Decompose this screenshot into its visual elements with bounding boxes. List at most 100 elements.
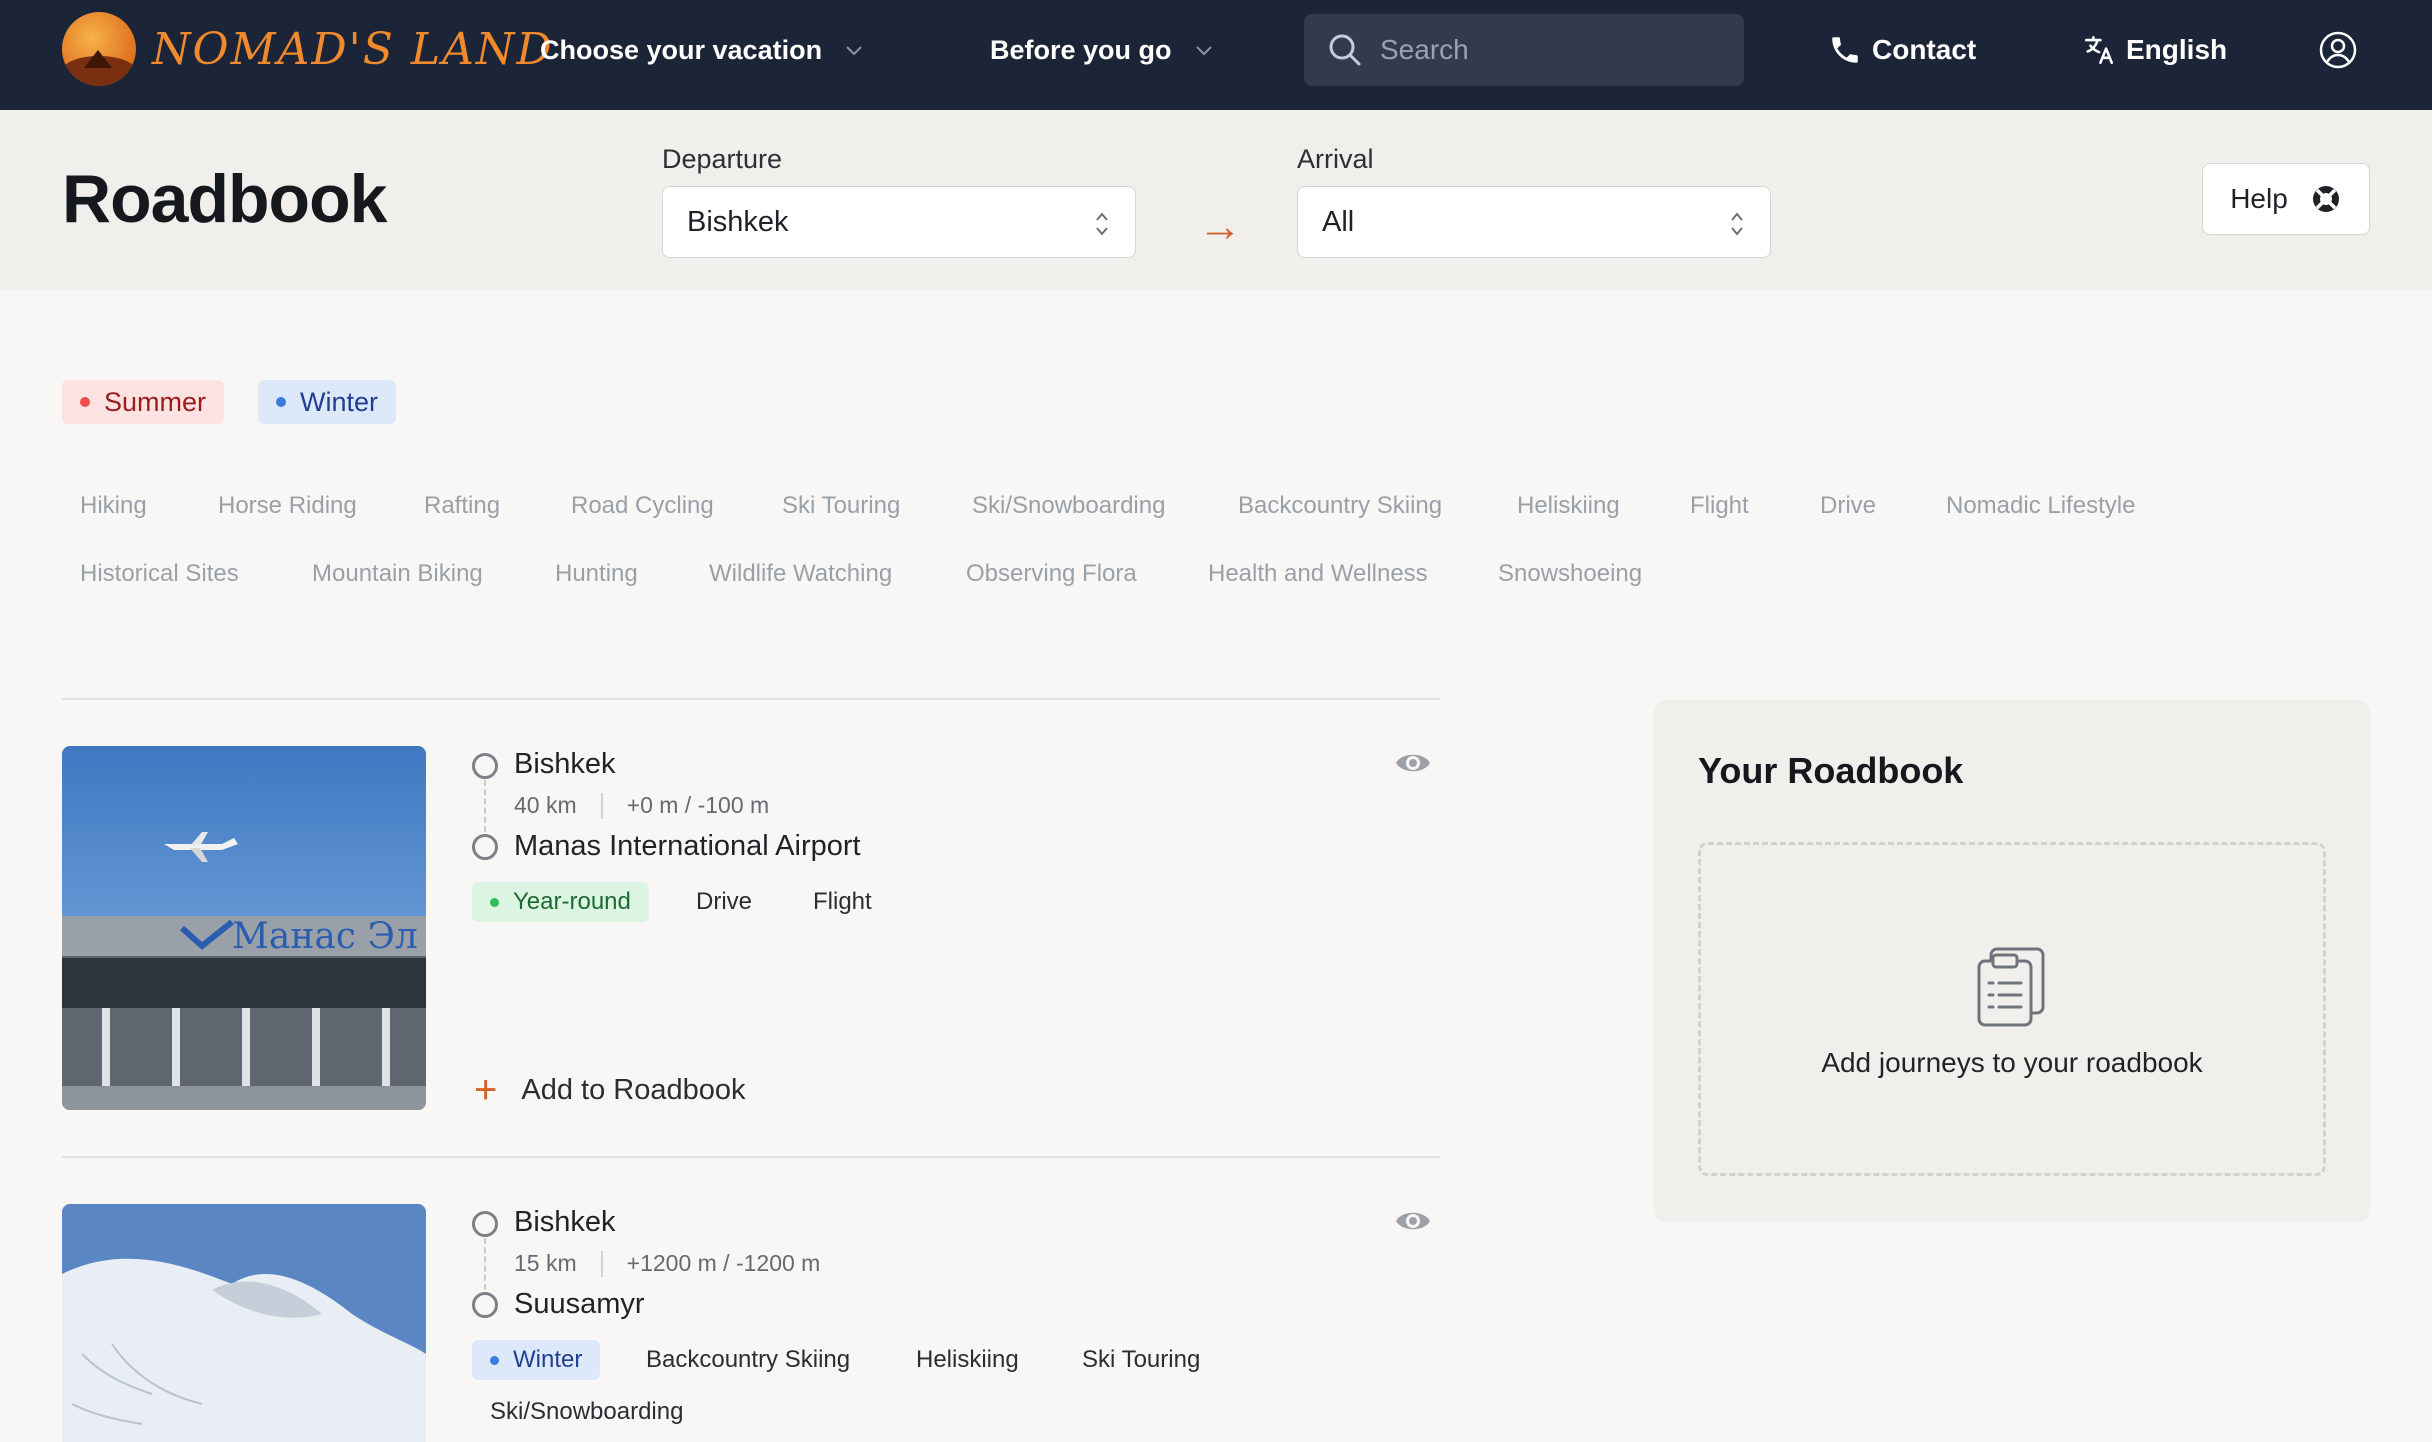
season-summer-label: Summer	[104, 386, 207, 417]
lifebuoy-icon	[2312, 186, 2339, 212]
journey-elevation: +1200 m / -1200 m	[626, 1250, 821, 1276]
year-round-dot-icon	[490, 897, 499, 907]
logo-text: NOMAD'S LAND	[152, 23, 554, 75]
stop-end-marker-icon	[472, 1292, 498, 1318]
roadbook-dropzone[interactable]: Add journeys to your roadbook	[1698, 842, 2326, 1176]
summer-dot-icon	[80, 397, 90, 407]
your-roadbook-panel: Your Roadbook Add journeys to your roadb…	[1654, 700, 2370, 1222]
add-to-roadbook-label: Add to Roadbook	[521, 1073, 746, 1106]
svg-text:Манас Эл: Манас Эл	[232, 916, 418, 957]
journey-elevation: +0 m / -100 m	[626, 792, 770, 818]
airport-photo: Манас Эл	[62, 746, 426, 1110]
chevron-down-icon	[1195, 46, 1212, 56]
journey-thumbnail[interactable]	[62, 1204, 426, 1442]
nav-choose-vacation[interactable]: Choose your vacation	[540, 28, 864, 72]
select-updown-icon	[1096, 212, 1108, 236]
activity-filter-observing-flora[interactable]: Observing Flora	[948, 554, 1155, 594]
activity-filter-road-cycling[interactable]: Road Cycling	[553, 486, 732, 526]
nav-contact[interactable]: Contact	[1828, 28, 1976, 72]
activity-tag: Drive	[696, 888, 753, 915]
season-badge-year-round: Year-round	[472, 882, 649, 922]
departure-select[interactable]: Bishkek	[662, 186, 1136, 258]
activity-filter-historical-sites[interactable]: Historical Sites	[62, 554, 257, 594]
divider	[62, 698, 1440, 700]
activity-tag: Flight	[813, 888, 872, 915]
eye-icon[interactable]	[1394, 748, 1432, 778]
language-selector[interactable]: English	[2082, 28, 2227, 72]
search-box[interactable]	[1304, 14, 1744, 86]
route-connector	[484, 1238, 486, 1290]
chevron-down-icon	[846, 46, 862, 56]
stop-start-marker-icon	[472, 1211, 498, 1237]
plus-icon: +	[474, 1068, 498, 1112]
translate-icon	[2084, 35, 2114, 65]
roadbook-panel-title: Your Roadbook	[1698, 750, 1964, 791]
activity-filter-horse-riding[interactable]: Horse Riding	[200, 486, 375, 526]
activity-filter-ski-snowboarding[interactable]: Ski/Snowboarding	[954, 486, 1183, 526]
departure-value: Bishkek	[687, 205, 789, 238]
activity-tag: Heliskiing	[916, 1346, 1019, 1373]
language-label: English	[2126, 34, 2228, 65]
activity-tag: Ski Touring	[1082, 1346, 1201, 1373]
activity-filter-drive[interactable]: Drive	[1802, 486, 1894, 526]
search-input[interactable]	[1380, 34, 1720, 66]
activity-filter-wildlife-watching[interactable]: Wildlife Watching	[691, 554, 910, 594]
activity-filter-mountain-biking[interactable]: Mountain Biking	[294, 554, 501, 594]
arrival-select[interactable]: All	[1297, 186, 1771, 258]
page-title: Roadbook	[62, 161, 387, 237]
add-to-roadbook-button[interactable]: + Add to Roadbook	[474, 1070, 745, 1110]
activity-filter-rafting[interactable]: Rafting	[406, 486, 518, 526]
journey-meta: 40 km +0 m / -100 m	[514, 792, 769, 819]
activity-filter-flight[interactable]: Flight	[1672, 486, 1767, 526]
logo[interactable]: NOMAD'S LAND	[62, 12, 554, 86]
top-navigation: NOMAD'S LAND Choose your vacation Before…	[0, 0, 2432, 110]
stop-end-marker-icon	[472, 834, 498, 860]
journey-from: Bishkek	[514, 1206, 616, 1238]
activity-filter-hunting[interactable]: Hunting	[537, 554, 656, 594]
eye-icon[interactable]	[1394, 1206, 1432, 1236]
user-account-icon[interactable]	[2318, 30, 2358, 70]
season-filter-winter[interactable]: Winter	[258, 380, 397, 424]
stop-start-marker-icon	[472, 753, 498, 779]
search-icon	[1329, 34, 1361, 66]
page-header: Roadbook Departure Bishkek → Arrival All…	[0, 110, 2432, 290]
nav-before-you-go-label: Before you go	[990, 34, 1172, 65]
roadbook-empty-text: Add journeys to your roadbook	[1821, 1047, 2203, 1078]
journey-thumbnail[interactable]: Манас Эл	[62, 746, 426, 1110]
winter-dot-icon	[276, 397, 286, 407]
activity-filter-backcountry-skiing[interactable]: Backcountry Skiing	[1220, 486, 1460, 526]
route-arrow-icon: →	[1198, 202, 1242, 251]
select-updown-icon	[1731, 212, 1743, 236]
season-badge-winter: Winter	[472, 1340, 601, 1380]
journey-meta: 15 km +1200 m / -1200 m	[514, 1250, 820, 1277]
snow-mountain-photo	[62, 1204, 426, 1442]
activity-filter-nomadic-lifestyle[interactable]: Nomadic Lifestyle	[1928, 486, 2153, 526]
phone-icon	[1832, 37, 1858, 63]
season-badge-label: Winter	[513, 1346, 583, 1373]
help-label: Help	[2230, 183, 2288, 214]
journey-distance: 40 km	[514, 792, 577, 818]
activity-filter-health-and-wellness[interactable]: Health and Wellness	[1190, 554, 1446, 594]
activity-tag: Ski/Snowboarding	[490, 1398, 684, 1425]
season-filter-summer[interactable]: Summer	[62, 380, 225, 424]
nav-choose-vacation-label: Choose your vacation	[540, 34, 823, 65]
activity-filter-heliskiing[interactable]: Heliskiing	[1499, 486, 1638, 526]
departure-label: Departure	[662, 144, 783, 174]
journey-to: Suusamyr	[514, 1288, 645, 1320]
nav-contact-label: Contact	[1872, 34, 1977, 65]
divider	[62, 1156, 1440, 1158]
activity-filter-snowshoeing[interactable]: Snowshoeing	[1480, 554, 1660, 594]
help-button[interactable]: Help	[2202, 163, 2370, 235]
season-winter-label: Winter	[300, 386, 379, 417]
activity-tag: Backcountry Skiing	[646, 1346, 851, 1373]
arrival-label: Arrival	[1297, 144, 1374, 174]
journey-to: Manas International Airport	[514, 830, 861, 862]
activity-filter-ski-touring[interactable]: Ski Touring	[764, 486, 918, 526]
clipboard-icon	[1977, 947, 2045, 1027]
route-connector	[484, 780, 486, 832]
nav-before-you-go[interactable]: Before you go	[990, 28, 1214, 72]
activity-filter-hiking[interactable]: Hiking	[62, 486, 165, 526]
logo-emblem-icon	[62, 12, 136, 86]
arrival-value: All	[1322, 205, 1355, 238]
season-badge-label: Year-round	[513, 888, 631, 915]
